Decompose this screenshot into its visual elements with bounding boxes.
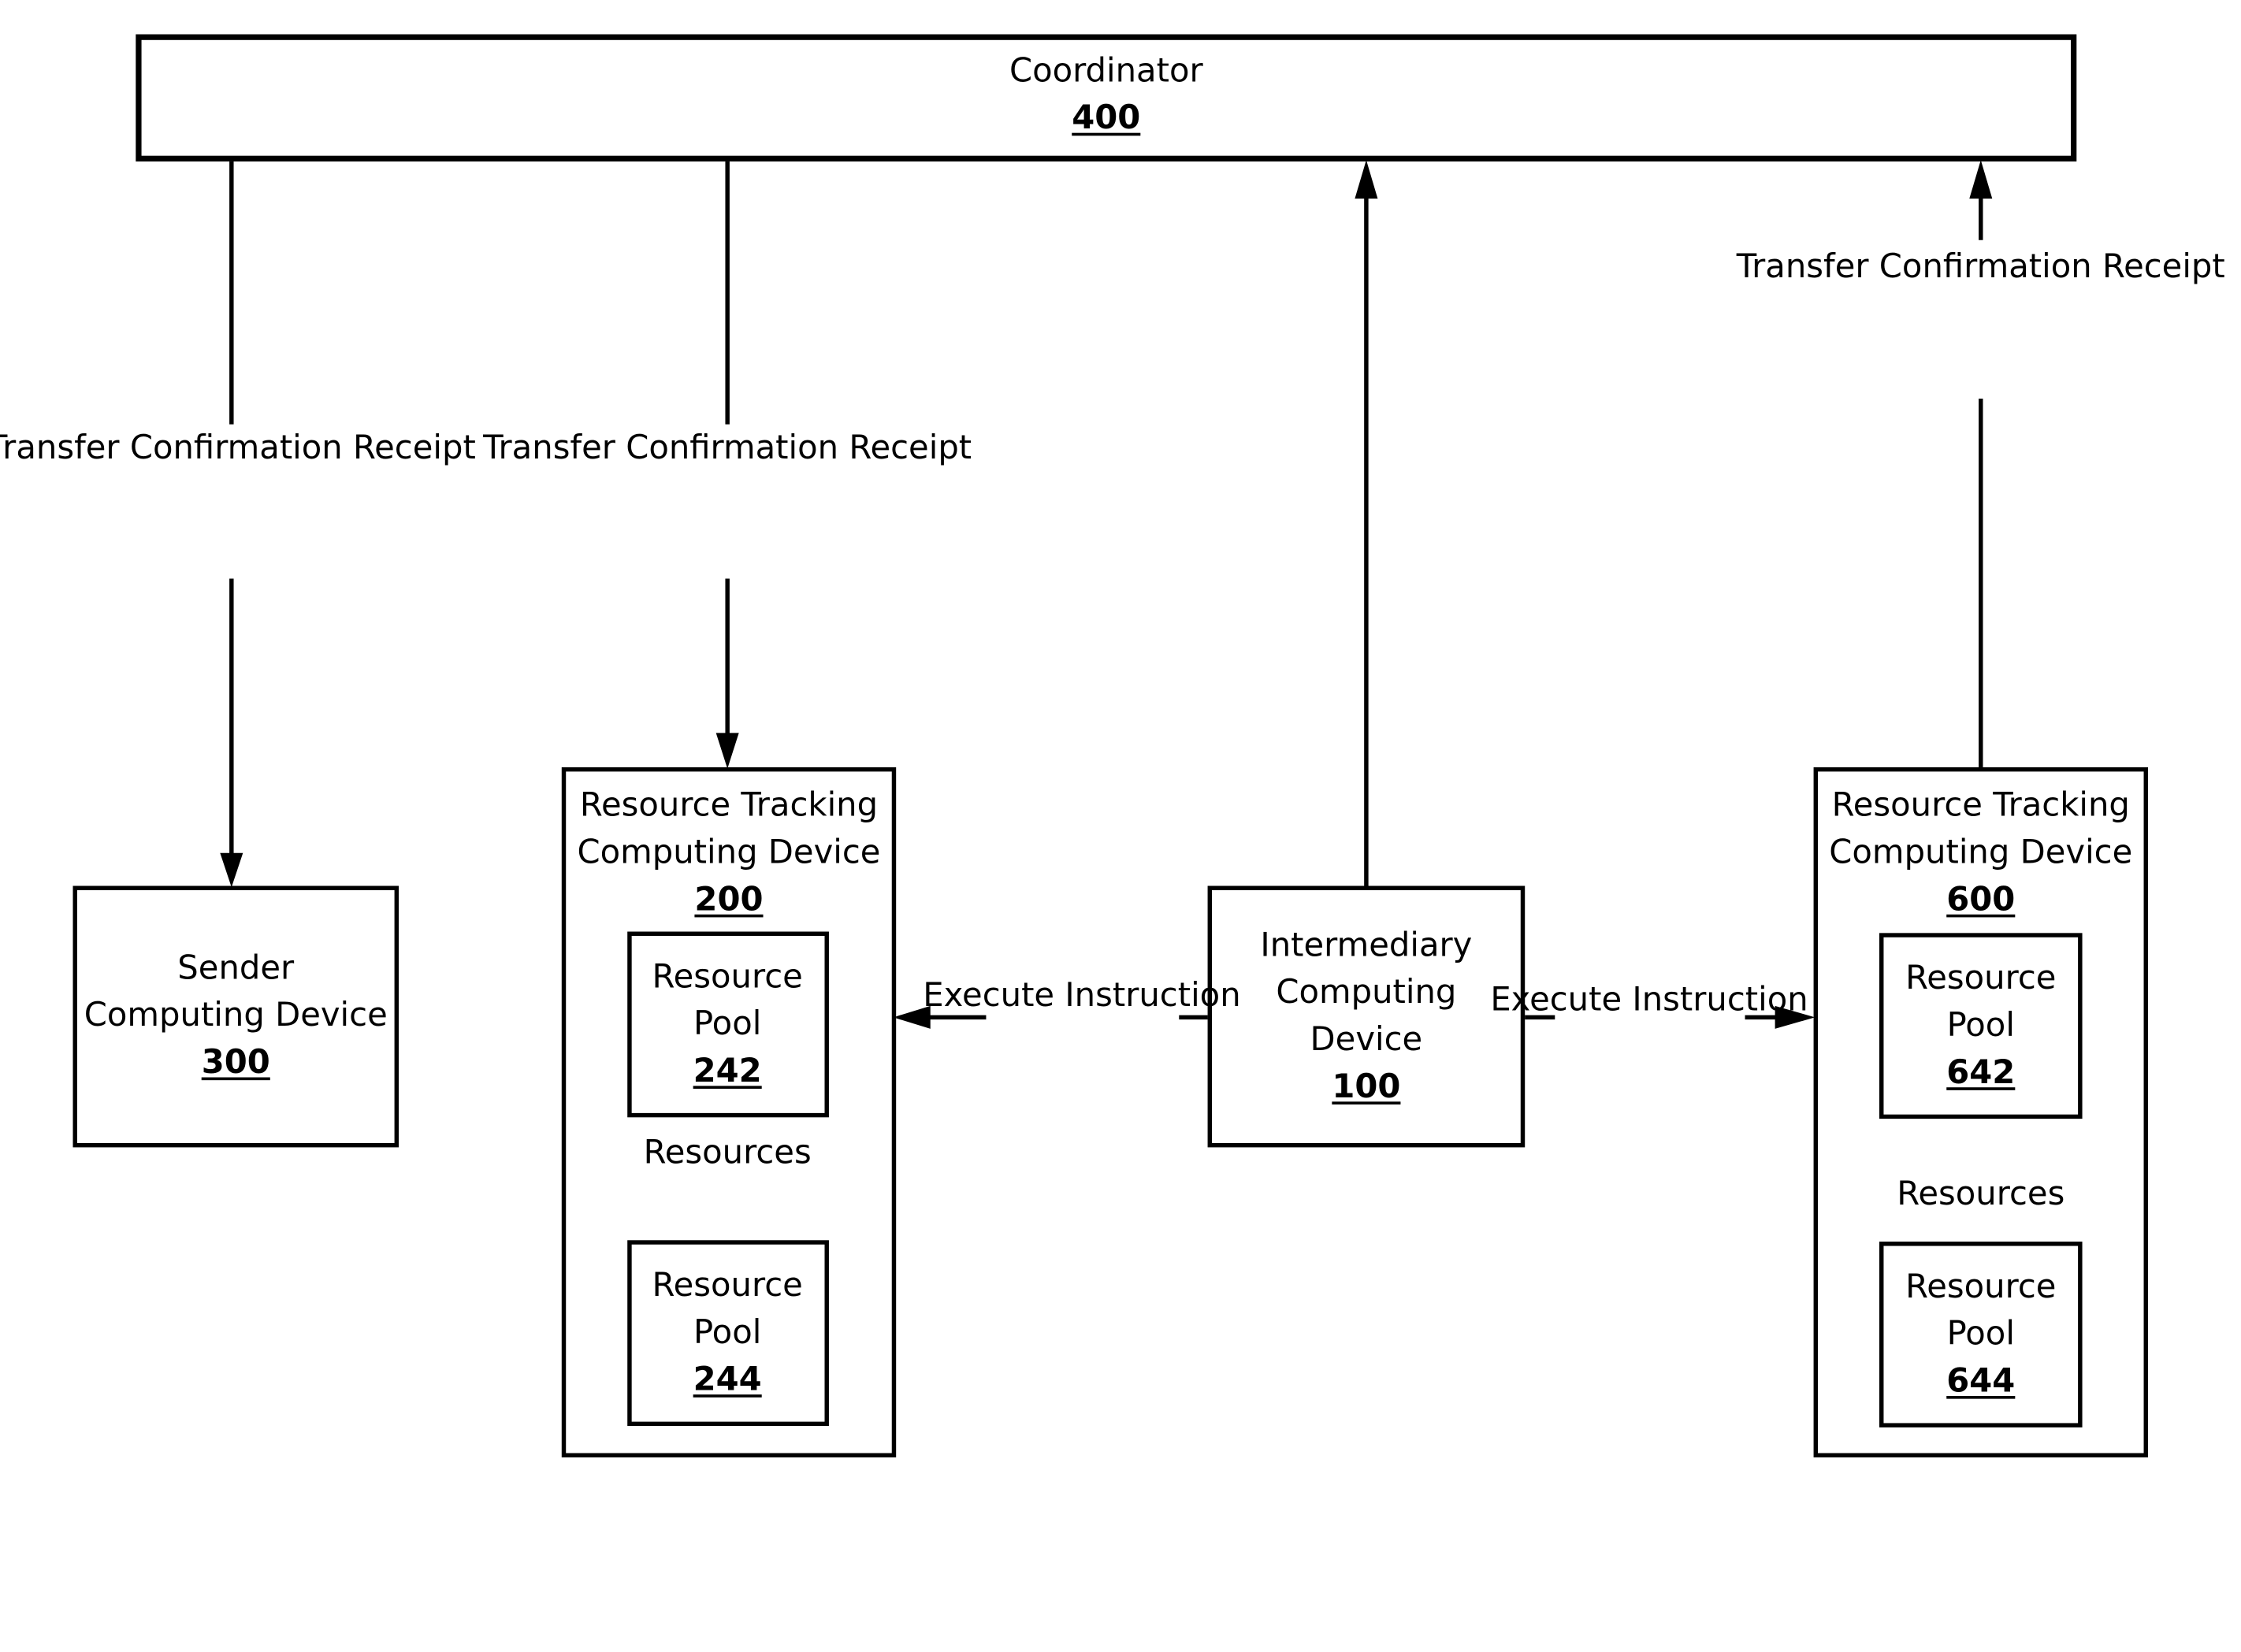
edge-label-pool-242-to-244: Resources: [644, 1130, 812, 1178]
edge-label-intermediary-to-tracker-b: Execute Instruction: [1490, 978, 1808, 1025]
edge-label-line: Execute: [923, 977, 1055, 1015]
edge-label-line: Resources: [643, 1134, 812, 1172]
pool-642-title-line: Resource: [1905, 960, 2057, 997]
intermediary-label: Intermediary Computing Device 100: [1260, 923, 1472, 1112]
edge-label-coord-to-sender: Transfer Confirmation Receipt: [0, 425, 476, 473]
edge-label-line: Transfer: [483, 429, 615, 468]
sender-title-line: Sender: [177, 950, 295, 988]
tracker-a-title-line: Resource Tracking: [579, 787, 879, 825]
pool-644-title-line: Resource: [1905, 1268, 2057, 1306]
coordinator-label: Coordinator 400: [1009, 49, 1203, 143]
tracker-a-label: Resource Tracking Computing Device 200: [577, 783, 880, 925]
tracker-b-title-line: Resource Tracking: [1831, 787, 2130, 825]
pool-642-label: Resource Pool 642: [1905, 956, 2056, 1097]
tracker-b-label: Resource Tracking Computing Device 600: [1829, 783, 2132, 925]
pool-244-title-line: Pool: [693, 1314, 762, 1352]
edge-label-line: Instruction: [1632, 982, 1808, 1019]
pool-244-title-line: Resource: [652, 1267, 803, 1305]
arrowhead-down-sender: [220, 852, 243, 888]
tracker-a-ref: 200: [694, 882, 764, 919]
pool-242-title-line: Resource: [652, 958, 803, 997]
edge-label-intermediary-to-tracker-a: Execute Instruction: [923, 973, 1240, 1020]
pool-644-title-line: Pool: [1946, 1316, 2015, 1353]
edge-label-line: Receipt: [352, 429, 476, 468]
tracker-b-title-line: Computing Device: [1829, 834, 2133, 872]
pool-244-label: Resource Pool 244: [652, 1263, 803, 1405]
edge-label-line: Transfer: [1736, 248, 1869, 286]
intermediary-ref: 100: [1332, 1068, 1401, 1106]
edge-label-tracker-b-to-coord: Transfer Confirmation Receipt: [1737, 244, 2225, 291]
pool-644-label: Resource Pool 644: [1905, 1264, 2056, 1406]
intermediary-title-line: Computing: [1276, 974, 1457, 1012]
pool-642-ref: 642: [1946, 1054, 2016, 1092]
pool-242-label: Resource Pool 242: [652, 955, 803, 1097]
edge-label-line: Resources: [1897, 1175, 2065, 1213]
sender-title-line: Computing Device: [84, 997, 388, 1035]
edge-label-line: Execute: [1490, 982, 1622, 1019]
edge-label-line: Confirmation: [129, 429, 343, 468]
sender-ref: 300: [201, 1044, 270, 1082]
edge-label-line: Receipt: [849, 429, 972, 468]
edge-label-line: Receipt: [2102, 248, 2225, 286]
coordinator-ref: 400: [1072, 99, 1141, 138]
tracker-a-title-line: Computing Device: [577, 834, 881, 872]
pool-642-title-line: Pool: [1946, 1007, 2015, 1045]
coordinator-title: Coordinator: [1009, 53, 1203, 91]
arrowhead-down-tracker-a: [715, 733, 739, 769]
intermediary-title-line: Device: [1310, 1021, 1423, 1059]
edge-label-line: Confirmation: [1879, 248, 2092, 286]
tracker-b-ref: 600: [1946, 882, 2016, 919]
pool-242-ref: 242: [693, 1052, 762, 1090]
edge-label-pool-644-to-642: Resources: [1897, 1171, 2064, 1219]
pool-244-ref: 244: [693, 1361, 762, 1399]
arrowhead-up-coord-right: [1969, 160, 1993, 199]
arrowhead-up-coord-center: [1355, 160, 1378, 199]
pool-242-title-line: Pool: [693, 1005, 762, 1044]
edge-label-line: Transfer: [0, 429, 120, 468]
edge-label-line: Confirmation: [626, 429, 839, 468]
edge-label-coord-to-tracker-a: Transfer Confirmation Receipt: [483, 425, 972, 473]
intermediary-title-line: Intermediary: [1260, 927, 1473, 965]
pool-644-ref: 644: [1946, 1363, 2016, 1401]
sender-label: Sender Computing Device 300: [84, 946, 388, 1088]
system-diagram: Coordinator 400 Sender Computing Device …: [0, 0, 2241, 1652]
edge-label-line: Instruction: [1065, 977, 1241, 1015]
